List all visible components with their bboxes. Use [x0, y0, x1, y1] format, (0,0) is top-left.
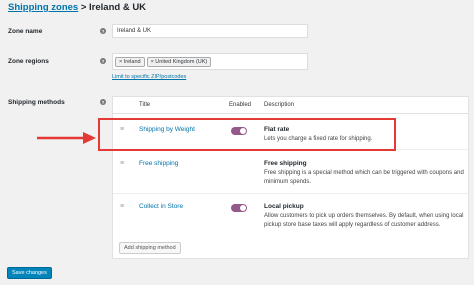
- zone-name-label: Zone name: [8, 28, 43, 35]
- add-shipping-method-button[interactable]: Add shipping method: [119, 242, 181, 254]
- zone-regions-label: Zone regions: [8, 58, 49, 65]
- zone-regions-select[interactable]: × Ireland × United Kingdom (UK): [112, 53, 308, 70]
- method-desc-title: Local pickup: [264, 203, 304, 210]
- table-row: ≡ Free shipping Free shipping Free shipp…: [113, 150, 468, 194]
- breadcrumb-shipping-zones-link[interactable]: Shipping zones: [8, 2, 78, 13]
- zone-name-input[interactable]: Ireland & UK: [112, 24, 308, 38]
- help-icon[interactable]: ?: [100, 28, 106, 34]
- header-enabled: Enabled: [229, 102, 252, 108]
- method-desc-text: Allow customers to pick up orders themse…: [264, 213, 464, 228]
- method-title-link[interactable]: Free shipping: [139, 160, 178, 167]
- enabled-toggle[interactable]: [231, 204, 247, 212]
- region-tag-uk[interactable]: × United Kingdom (UK): [146, 56, 212, 67]
- header-description: Description: [264, 102, 295, 108]
- arrow-right-icon: [37, 132, 96, 144]
- method-desc-title: Free shipping: [264, 160, 307, 167]
- drag-handle-icon[interactable]: ≡: [120, 203, 124, 210]
- help-icon[interactable]: ?: [100, 58, 106, 64]
- table-row: ≡ Collect in Store Local pickup Allow cu…: [113, 194, 468, 234]
- drag-handle-icon[interactable]: ≡: [120, 160, 124, 167]
- save-changes-button[interactable]: Save changes: [7, 267, 52, 279]
- shipping-methods-label: Shipping methods: [8, 99, 65, 106]
- highlight-box: [98, 118, 396, 151]
- limit-postcodes-link[interactable]: Limit to specific ZIP/postcodes: [112, 74, 186, 80]
- method-desc-text: Free shipping is a special method which …: [264, 170, 464, 185]
- method-title-link[interactable]: Collect in Store: [139, 203, 183, 210]
- help-icon[interactable]: ?: [100, 99, 106, 105]
- breadcrumb-separator: >: [78, 2, 90, 13]
- breadcrumb-current: Ireland & UK: [89, 2, 147, 13]
- breadcrumb: Shipping zones > Ireland & UK: [8, 2, 146, 13]
- table-header: Title Enabled Description: [113, 97, 468, 114]
- region-tag-ireland[interactable]: × Ireland: [115, 56, 145, 67]
- header-title: Title: [139, 102, 151, 108]
